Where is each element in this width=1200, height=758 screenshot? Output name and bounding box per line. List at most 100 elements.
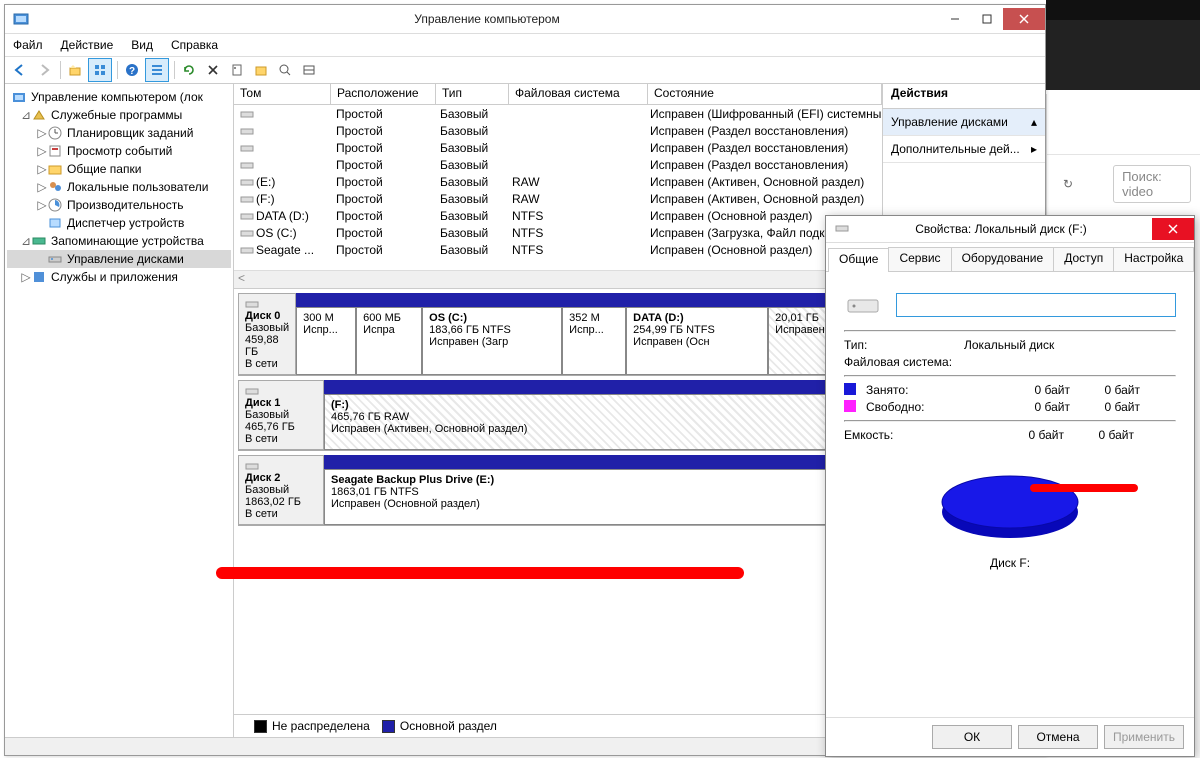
table-row[interactable]: ПростойБазовыйИсправен (Раздел восстанов… [234, 139, 882, 156]
tree-group-storage[interactable]: ⊿Запоминающие устройства [7, 232, 231, 250]
tree-group-services[interactable]: ▷Службы и приложения [7, 268, 231, 286]
col-layout[interactable]: Расположение [331, 84, 436, 104]
disk-panel: Диск 0Базовый459,88 ГБВ сети300 MИспр...… [234, 288, 882, 714]
disk-row: Диск 0Базовый459,88 ГБВ сети300 MИспр...… [238, 293, 878, 376]
svg-text:?: ? [129, 66, 135, 77]
actions-header: Действия [883, 84, 1045, 109]
search-input[interactable]: Поиск: video [1113, 165, 1191, 203]
tree-item[interactable]: ▷Общие папки [7, 160, 231, 178]
disk-partition[interactable]: 352 MИспр... [562, 307, 626, 375]
cancel-button[interactable]: Отмена [1018, 725, 1098, 749]
disk-label[interactable]: Диск 1Базовый465,76 ГБВ сети [238, 380, 324, 450]
details-button[interactable] [145, 58, 169, 82]
annotation-highlight [216, 567, 744, 579]
tree-pane: Управление компьютером (лок ⊿ Служебные … [5, 84, 234, 737]
window-title: Управление компьютером [35, 12, 939, 26]
nav-back-button[interactable] [9, 59, 31, 81]
grid-body[interactable]: ПростойБазовыйИсправен (Шифрованный (EFI… [234, 105, 882, 270]
tab-customize[interactable]: Настройка [1113, 247, 1194, 271]
table-row[interactable]: DATA (D:)ПростойБазовыйNTFSИсправен (Осн… [234, 207, 882, 224]
grid-header: Том Расположение Тип Файловая система Со… [234, 84, 882, 105]
menubar: Файл Действие Вид Справка [5, 34, 1045, 57]
apply-button[interactable]: Применить [1104, 725, 1184, 749]
menu-file[interactable]: Файл [13, 38, 43, 52]
list-icon[interactable] [298, 59, 320, 81]
disk-partition[interactable]: 600 МБИспра [356, 307, 422, 375]
zoom-icon[interactable] [274, 59, 296, 81]
pie-chart [920, 462, 1100, 552]
menu-view[interactable]: Вид [131, 38, 153, 52]
tab-hardware[interactable]: Оборудование [951, 247, 1055, 271]
disk-partition[interactable]: (F:)465,76 ГБ RAWИсправен (Активен, Осно… [324, 394, 878, 450]
delete-icon[interactable] [202, 59, 224, 81]
action-more[interactable]: Дополнительные дей...▸ [883, 136, 1045, 163]
disk-partition[interactable]: DATA (D:)254,99 ГБ NTFSИсправен (Осн [626, 307, 768, 375]
disk-partition[interactable]: Seagate Backup Plus Drive (E:)1863,01 ГБ… [324, 469, 878, 525]
tree-item[interactable]: ▷Локальные пользователи [7, 178, 231, 196]
properties-icon[interactable] [226, 59, 248, 81]
ok-button[interactable]: ОК [932, 725, 1012, 749]
refresh-icon[interactable]: ↻ [1063, 177, 1073, 191]
table-row[interactable]: (E:)ПростойБазовыйRAWИсправен (Активен, … [234, 173, 882, 190]
used-color-icon [844, 383, 856, 395]
close-button[interactable] [1003, 8, 1045, 30]
h-scrollbar[interactable]: < [234, 270, 882, 288]
folder-up-button[interactable] [64, 59, 86, 81]
disk-caption: Диск F: [844, 556, 1176, 570]
table-row[interactable]: Seagate ...ПростойБазовыйNTFSИсправен (О… [234, 241, 882, 258]
refresh-icon[interactable] [178, 59, 200, 81]
properties-dialog: Свойства: Локальный диск (F:) Общие Серв… [825, 215, 1195, 757]
annotation-highlight [1030, 484, 1138, 492]
minimize-button[interactable] [939, 8, 971, 30]
drive-icon [834, 220, 850, 239]
table-row[interactable]: ПростойБазовыйИсправен (Раздел восстанов… [234, 122, 882, 139]
tree-item[interactable]: ▷Просмотр событий [7, 142, 231, 160]
tree-item[interactable]: ▷Производительность [7, 196, 231, 214]
disk-label[interactable]: Диск 0Базовый459,88 ГБВ сети [238, 293, 296, 375]
disk-partition[interactable]: OS (C:)183,66 ГБ NTFSИсправен (Загр [422, 307, 562, 375]
menu-help[interactable]: Справка [171, 38, 218, 52]
help-button[interactable]: ? [121, 59, 143, 81]
open-icon[interactable] [250, 59, 272, 81]
menu-action[interactable]: Действие [61, 38, 114, 52]
titlebar: Управление компьютером [5, 5, 1045, 34]
tree-item[interactable]: ▷Планировщик заданий [7, 124, 231, 142]
tree-root[interactable]: Управление компьютером (лок [7, 88, 231, 106]
legend: Не распределена Основной раздел [234, 714, 882, 737]
tab-general[interactable]: Общие [828, 248, 889, 272]
action-disk-mgmt[interactable]: Управление дисками▴ [883, 109, 1045, 136]
dialog-titlebar: Свойства: Локальный диск (F:) [826, 216, 1194, 243]
legend-unallocated-icon [254, 720, 267, 733]
collapse-icon: ▴ [1031, 115, 1037, 129]
disk-row: Диск 1Базовый465,76 ГБВ сети(F:)465,76 Г… [238, 380, 878, 451]
tab-sharing[interactable]: Доступ [1053, 247, 1114, 271]
maximize-button[interactable] [971, 8, 1003, 30]
disk-label[interactable]: Диск 2Базовый1863,02 ГБВ сети [238, 455, 324, 525]
table-row[interactable]: ПростойБазовыйИсправен (Шифрованный (EFI… [234, 105, 882, 122]
app-icon [13, 11, 29, 27]
nav-forward-button[interactable] [33, 59, 55, 81]
center-pane: Том Расположение Тип Файловая система Со… [234, 84, 883, 737]
table-row[interactable]: ПростойБазовыйИсправен (Раздел восстанов… [234, 156, 882, 173]
col-status[interactable]: Состояние [648, 84, 882, 104]
legend-primary-icon [382, 720, 395, 733]
tree-disk-management[interactable]: Управление дисками [7, 250, 231, 268]
table-row[interactable]: (F:)ПростойБазовыйRAWИсправен (Активен, … [234, 190, 882, 207]
free-color-icon [844, 400, 856, 412]
chevron-right-icon: ▸ [1031, 142, 1037, 156]
drive-large-icon [844, 286, 882, 324]
col-type[interactable]: Тип [436, 84, 509, 104]
background-browser [1046, 0, 1200, 90]
tree-item[interactable]: Диспетчер устройств [7, 214, 231, 232]
volume-name-input[interactable] [896, 293, 1176, 317]
disk-partition[interactable]: 300 MИспр... [296, 307, 356, 375]
view-button[interactable] [88, 58, 112, 82]
disk-row: Диск 2Базовый1863,02 ГБВ сетиSeagate Bac… [238, 455, 878, 526]
col-filesystem[interactable]: Файловая система [509, 84, 648, 104]
table-row[interactable]: OS (C:)ПростойБазовыйNTFSИсправен (Загру… [234, 224, 882, 241]
tree-group-utilities[interactable]: ⊿ Служебные программы [7, 106, 231, 124]
tab-tools[interactable]: Сервис [888, 247, 951, 271]
dialog-close-button[interactable] [1152, 218, 1194, 240]
col-volume[interactable]: Том [234, 84, 331, 104]
toolbar: ? [5, 57, 1045, 84]
